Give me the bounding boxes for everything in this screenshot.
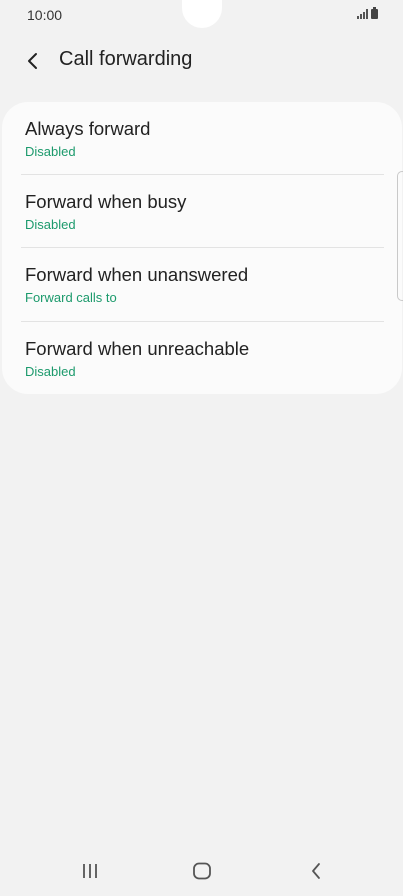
forwarding-options-card: Always forward Disabled Forward when bus… [2, 102, 402, 394]
option-always-forward[interactable]: Always forward Disabled [25, 102, 385, 175]
chevron-left-icon [28, 53, 37, 69]
status-time: 10:00 [27, 7, 63, 23]
navigation-bar [0, 846, 403, 896]
edge-panel-handle[interactable] [397, 171, 403, 301]
option-forward-when-unanswered[interactable]: Forward when unanswered Forward calls to [25, 248, 385, 321]
option-title: Forward when unanswered [25, 264, 249, 285]
option-title: Forward when busy [25, 191, 187, 212]
option-title: Forward when unreachable [25, 338, 250, 359]
option-title: Always forward [25, 118, 151, 139]
recent-apps-button[interactable] [70, 856, 110, 886]
header: Call forwarding [0, 40, 403, 80]
camera-notch [182, 0, 222, 28]
nav-back-button[interactable] [296, 856, 336, 886]
back-icon [312, 863, 320, 879]
option-status: Disabled [25, 217, 76, 232]
home-icon [193, 862, 211, 880]
option-status: Forward calls to [25, 290, 117, 305]
page-title: Call forwarding [59, 48, 193, 70]
option-forward-when-busy[interactable]: Forward when busy Disabled [25, 175, 385, 248]
option-status: Disabled [25, 364, 76, 379]
status-bar: 10:00 [0, 0, 403, 30]
signal-icon [357, 9, 368, 19]
option-forward-when-unreachable[interactable]: Forward when unreachable Disabled [25, 322, 385, 395]
back-button[interactable] [18, 46, 48, 76]
recent-apps-icon [83, 864, 97, 878]
status-icons [357, 7, 378, 19]
battery-icon [371, 7, 378, 19]
option-status: Disabled [25, 144, 76, 159]
home-button[interactable] [182, 856, 222, 886]
